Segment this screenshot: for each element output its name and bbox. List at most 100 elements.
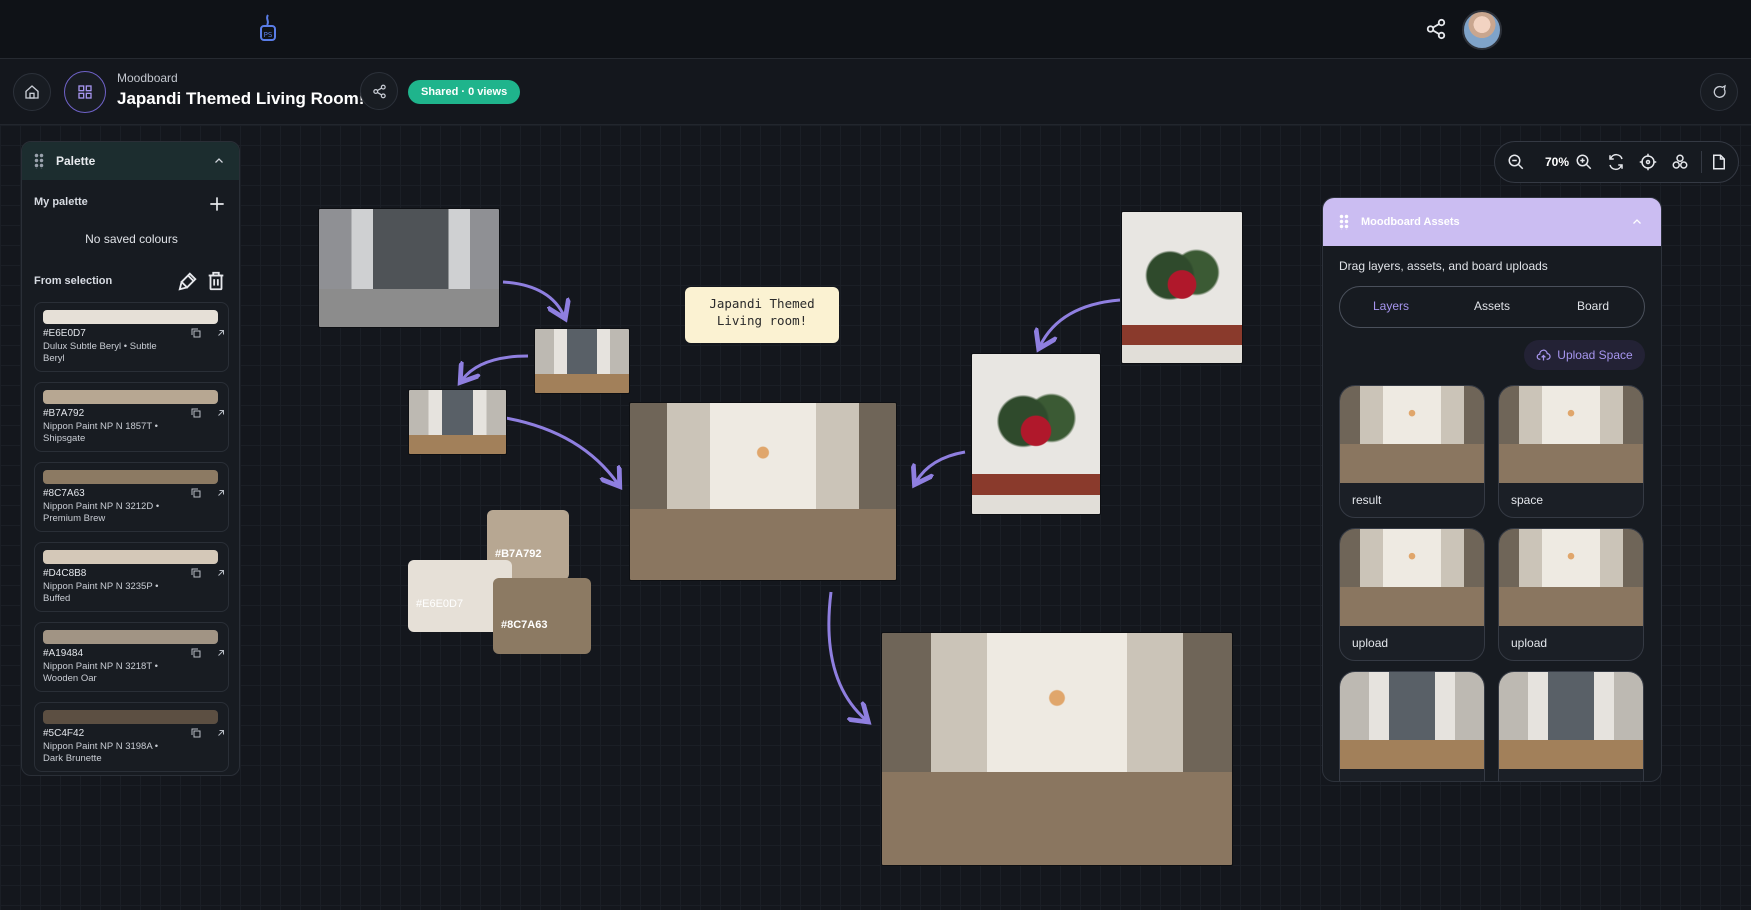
grid-icon [78,85,92,99]
copy-icon[interactable] [190,327,202,339]
palette-swatch-card[interactable]: #B7A792 Nippon Paint NP N 1857T • Shipsg… [34,382,229,452]
svg-text:PS: PS [264,31,273,39]
note-line-2: Living room! [716,313,808,328]
swatch-colour-bar [43,470,218,484]
palette-swatch-card[interactable]: #A19484 Nippon Paint NP N 3218T • Wooden… [34,622,229,692]
asset-thumbnail[interactable]: result [1339,385,1485,518]
breadcrumb: Moodboard [117,71,178,85]
open-external-icon[interactable] [215,647,227,659]
swatch-hex: #B7A792 [43,408,85,419]
copy-icon[interactable] [190,487,202,499]
open-external-icon[interactable] [215,407,227,419]
comments-button[interactable] [1700,73,1738,111]
thumbnail-label: space [1511,493,1544,507]
asset-thumbnail[interactable] [1498,671,1644,781]
asset-thumbnail[interactable]: upload [1339,528,1485,661]
tab-assets[interactable]: Assets [1442,299,1542,313]
open-external-icon[interactable] [215,487,227,499]
boards-grid-button[interactable] [64,71,106,113]
palette-swatch-card[interactable]: #D4C8B8 Nippon Paint NP N 3235P • Buffed [34,542,229,612]
assets-header[interactable]: Moodboard Assets [1323,198,1661,246]
palette-swatch-card[interactable]: #5C4F42 Nippon Paint NP N 3198A • Dark B… [34,702,229,772]
drag-handle-icon[interactable] [1339,214,1349,230]
note-line-1: Japandi Themed [709,296,815,311]
fit-to-screen-icon[interactable] [1639,153,1657,171]
thumbnail-label: upload [1511,636,1548,650]
swatch-hex: #A19484 [43,648,84,659]
shapes-icon[interactable] [1671,153,1689,171]
swatch-name: Nippon Paint NP N 3218T • Wooden Oar [43,661,158,684]
reset-view-icon[interactable] [1607,153,1625,171]
thumbnail-image [1340,386,1484,483]
board-image-raw-room[interactable] [318,208,500,328]
swatch-colour-bar [43,630,218,644]
zoom-out-icon[interactable] [1507,153,1525,171]
thumbnail-image [1499,672,1643,769]
palette-swatch-card[interactable]: #8C7A63 Nippon Paint NP N 3212D • Premiu… [34,462,229,532]
board-color-swatch[interactable]: #8C7A63 [493,578,591,654]
board-image-empty-room-1[interactable] [534,328,630,394]
swatch-colour-bar [43,550,218,564]
palette-swatch-card[interactable]: #E6E0D7 Dulux Subtle Beryl • Subtle Bery… [34,302,229,372]
chevron-up-icon[interactable] [213,155,225,167]
copy-icon[interactable] [190,727,202,739]
trash-icon[interactable] [205,270,227,292]
drag-handle-icon[interactable] [34,153,44,169]
thumbnail-image [1340,529,1484,626]
palette-panel: Palette My palette No saved colours From… [21,141,240,776]
toolbar-divider [1701,151,1702,173]
user-avatar[interactable] [1462,10,1502,50]
moodboard-assets-panel: Moodboard Assets Drag layers, assets, an… [1322,197,1662,782]
swatch-name: Nippon Paint NP N 3198A • Dark Brunette [43,741,159,764]
share-board-button[interactable] [360,72,398,110]
thumbnail-image [1499,529,1643,626]
board-image-japandi-room[interactable] [629,402,897,581]
home-icon [25,85,39,99]
open-external-icon[interactable] [215,727,227,739]
asset-thumbnail[interactable]: space [1498,385,1644,518]
share-icon [372,84,386,98]
swatch-colour-bar [43,390,218,404]
brush-icon[interactable] [177,270,199,292]
thumbnail-label: upload [1352,636,1389,650]
copy-icon[interactable] [190,567,202,579]
swatch-name: Dulux Subtle Beryl • Subtle Beryl [43,341,157,364]
home-button[interactable] [13,73,51,111]
open-external-icon[interactable] [215,567,227,579]
board-image-result-room[interactable] [881,632,1233,866]
thumbnail-image [1340,672,1484,769]
board-image-flowers-1[interactable] [1121,211,1243,364]
palette-title: Palette [56,154,96,168]
from-selection-label: From selection [34,275,113,287]
open-external-icon[interactable] [215,327,227,339]
zoom-toolbar: 70% [1494,141,1739,183]
asset-thumbnail[interactable] [1339,671,1485,781]
assets-tabs: Layers Assets Board [1339,286,1645,328]
tab-layers[interactable]: Layers [1341,299,1441,313]
swatch-hex: #E6E0D7 [43,328,86,339]
swatch-hex: #B7A792 [495,548,542,560]
swatch-name: Nippon Paint NP N 1857T • Shipsgate [43,421,158,444]
copy-icon[interactable] [190,407,202,419]
copy-icon[interactable] [190,647,202,659]
upload-space-button[interactable]: Upload Space [1524,340,1645,370]
board-image-flowers-2[interactable] [971,353,1101,515]
zoom-in-icon[interactable] [1575,153,1593,171]
swatch-hex: #8C7A63 [43,488,85,499]
page-title[interactable]: Japandi Themed Living Room! [117,89,364,109]
assets-title: Moodboard Assets [1361,216,1460,228]
app-logo-icon[interactable]: PS [256,13,280,43]
board-image-empty-room-2[interactable] [408,389,507,455]
palette-header[interactable]: Palette [22,142,239,180]
add-colour-icon[interactable] [207,194,227,214]
thumbnail-label: result [1352,493,1382,507]
asset-thumbnail[interactable]: upload [1498,528,1644,661]
shared-status-badge[interactable]: Shared · 0 views [408,80,521,104]
swatch-hex: #8C7A63 [501,619,548,631]
chevron-up-icon[interactable] [1631,216,1643,228]
zoom-level: 70% [1545,155,1570,169]
sticky-note[interactable]: Japandi Themed Living room! [685,287,839,343]
page-icon[interactable] [1710,153,1728,171]
share-icon[interactable] [1425,18,1447,40]
tab-board[interactable]: Board [1543,299,1643,313]
